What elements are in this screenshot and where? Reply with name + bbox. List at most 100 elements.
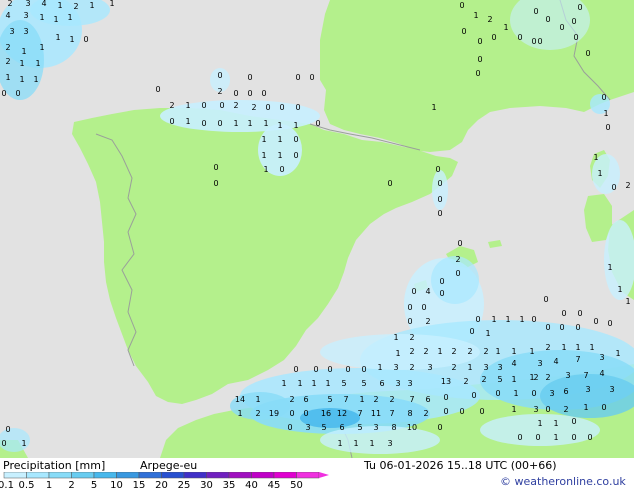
precip-value-165: 2 [463, 377, 468, 386]
precip-value-50: 0 [155, 85, 160, 94]
precip-value-125: 1 [485, 329, 490, 338]
precip-value-26: 0 [1, 89, 6, 98]
precip-value-19: 1 [39, 43, 44, 52]
precip-value-72: 1 [233, 119, 238, 128]
precip-value-91: 0 [437, 179, 442, 188]
scale-swatch-3 [71, 472, 95, 479]
precip-value-126: 1 [395, 349, 400, 358]
precip-value-1: 3 [25, 0, 30, 8]
precip-value-202: 0 [289, 409, 294, 418]
precip-value-92: 0 [437, 195, 442, 204]
precip-value-23: 1 [5, 73, 10, 82]
precip-value-223: 6 [339, 423, 344, 432]
precip-value-0: 2 [7, 0, 12, 8]
precip-value-235: 3 [387, 439, 392, 448]
precip-value-118: 0 [577, 309, 582, 318]
precip-value-18: 1 [21, 47, 26, 56]
scale-label-4: 5 [91, 480, 97, 490]
precip-value-107: 0 [407, 317, 412, 326]
precip-value-62: 0 [219, 101, 224, 110]
precip-value-95: 1 [597, 169, 602, 178]
precip-value-113: 1 [505, 315, 510, 324]
precip-value-132: 2 [483, 347, 488, 356]
precip-value-108: 2 [425, 317, 430, 326]
precip-value-30: 2 [487, 15, 492, 24]
precip-value-238: 1 [553, 433, 558, 442]
precip-value-143: 3 [483, 363, 488, 372]
precip-value-239: 0 [571, 433, 576, 442]
precip-value-228: 0 [437, 423, 442, 432]
precip-value-184: 2 [373, 395, 378, 404]
precip-value-27: 0 [15, 89, 20, 98]
precip-value-172: 0 [327, 365, 332, 374]
precip-value-124: 0 [469, 327, 474, 336]
precip-value-47: 0 [601, 93, 606, 102]
precip-value-53: 0 [247, 89, 252, 98]
precip-value-117: 0 [561, 309, 566, 318]
precip-value-159: 5 [341, 379, 346, 388]
precip-value-22: 1 [35, 59, 40, 68]
precip-value-141: 2 [451, 363, 456, 372]
precip-value-229: 1 [537, 419, 542, 428]
precip-value-156: 1 [297, 379, 302, 388]
precip-value-94: 1 [593, 153, 598, 162]
scale-swatch-9 [206, 472, 230, 479]
precip-value-236: 0 [517, 433, 522, 442]
precip-value-46: 0 [475, 69, 480, 78]
precip-value-221: 3 [305, 423, 310, 432]
precip-value-152: 3 [565, 371, 570, 380]
precip-value-104: 0 [411, 287, 416, 296]
scale-arrow [319, 472, 329, 478]
precip-value-140: 1 [615, 349, 620, 358]
scale-swatch-11 [251, 472, 275, 479]
precip-value-226: 8 [391, 423, 396, 432]
scale-label-5: 10 [110, 480, 123, 490]
precip-value-43: 0 [533, 7, 538, 16]
precip-value-197: 14 [235, 395, 245, 404]
precip-value-180: 6 [303, 395, 308, 404]
precip-value-144: 3 [497, 363, 502, 372]
precip-value-185: 2 [389, 395, 394, 404]
precip-value-176: 3 [393, 363, 398, 372]
precip-value-192: 0 [531, 389, 536, 398]
scale-label-0: 0.1 [0, 480, 14, 490]
precip-value-81: 1 [261, 151, 266, 160]
precip-value-133: 1 [495, 347, 500, 356]
legend-title: Precipitation [mm] [3, 459, 106, 472]
precip-value-231: 0 [571, 417, 576, 426]
precip-value-137: 1 [561, 343, 566, 352]
precip-value-84: 1 [263, 165, 268, 174]
precip-value-97: 2 [625, 181, 630, 190]
scale-label-7: 20 [155, 480, 168, 490]
precip-value-29: 1 [473, 11, 478, 20]
precip-value-12: 3 [9, 27, 14, 36]
precip-value-154: 4 [599, 369, 604, 378]
precip-value-173: 0 [345, 365, 350, 374]
precip-value-240: 0 [587, 433, 592, 442]
precip-value-103: 0 [439, 289, 444, 298]
precip-value-87: 0 [213, 179, 218, 188]
precip-value-54: 0 [261, 89, 266, 98]
precip-value-76: 1 [293, 121, 298, 130]
precip-value-179: 2 [289, 395, 294, 404]
precip-value-21: 1 [19, 59, 24, 68]
precip-value-227: 10 [407, 423, 417, 432]
precip-value-210: 2 [423, 409, 428, 418]
precip-value-222: 5 [321, 423, 326, 432]
precip-value-112: 1 [491, 315, 496, 324]
precip-value-130: 2 [451, 347, 456, 356]
precip-value-208: 7 [389, 409, 394, 418]
precip-value-169: 1 [529, 373, 534, 382]
precip-value-33: 0 [531, 37, 536, 46]
precip-value-35: 0 [559, 23, 564, 32]
precip-value-89: 1 [431, 103, 436, 112]
precip-value-116: 0 [543, 295, 548, 304]
precip-value-134: 1 [511, 347, 516, 356]
precip-value-109: 2 [409, 333, 414, 342]
precip-value-204: 16 [321, 409, 331, 418]
precip-value-175: 1 [377, 363, 382, 372]
precip-value-160: 5 [361, 379, 366, 388]
precip-value-224: 5 [357, 423, 362, 432]
precip-value-182: 7 [343, 395, 348, 404]
precip-value-131: 2 [467, 347, 472, 356]
